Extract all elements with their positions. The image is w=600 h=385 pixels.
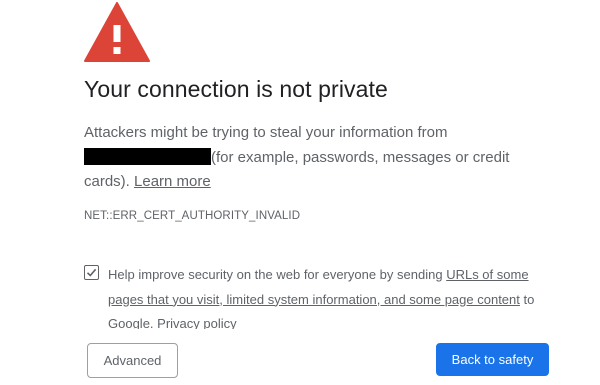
optin-label: Help improve security on the web for eve…: [108, 263, 548, 329]
interstitial-page: Your connection is not private Attackers…: [0, 0, 600, 385]
page-title: Your connection is not private: [84, 76, 388, 102]
learn-more-link[interactable]: Learn more: [134, 173, 211, 190]
optin-checkbox[interactable]: [84, 265, 99, 280]
advanced-button[interactable]: Advanced: [87, 343, 178, 378]
safe-browsing-optin: Help improve security on the web for eve…: [84, 263, 554, 329]
privacy-policy-link[interactable]: Privacy policy: [157, 316, 236, 329]
explanation-line-2: (for example, passwords, messages or cre…: [211, 148, 510, 166]
explanation-paragraph: Attackers might be trying to steal your …: [84, 121, 524, 195]
redacted-hostname: [84, 147, 211, 165]
explanation-line-1: Attackers might be trying to steal your …: [84, 124, 448, 141]
optin-text-before: Help improve security on the web for eve…: [108, 267, 447, 282]
back-to-safety-button[interactable]: Back to safety: [436, 343, 549, 376]
checkmark-icon: [86, 268, 97, 277]
warning-triangle-icon: [84, 2, 150, 62]
error-code: NET::ERR_CERT_AUTHORITY_INVALID: [84, 210, 301, 222]
explanation-line-3: cards).: [84, 173, 135, 190]
